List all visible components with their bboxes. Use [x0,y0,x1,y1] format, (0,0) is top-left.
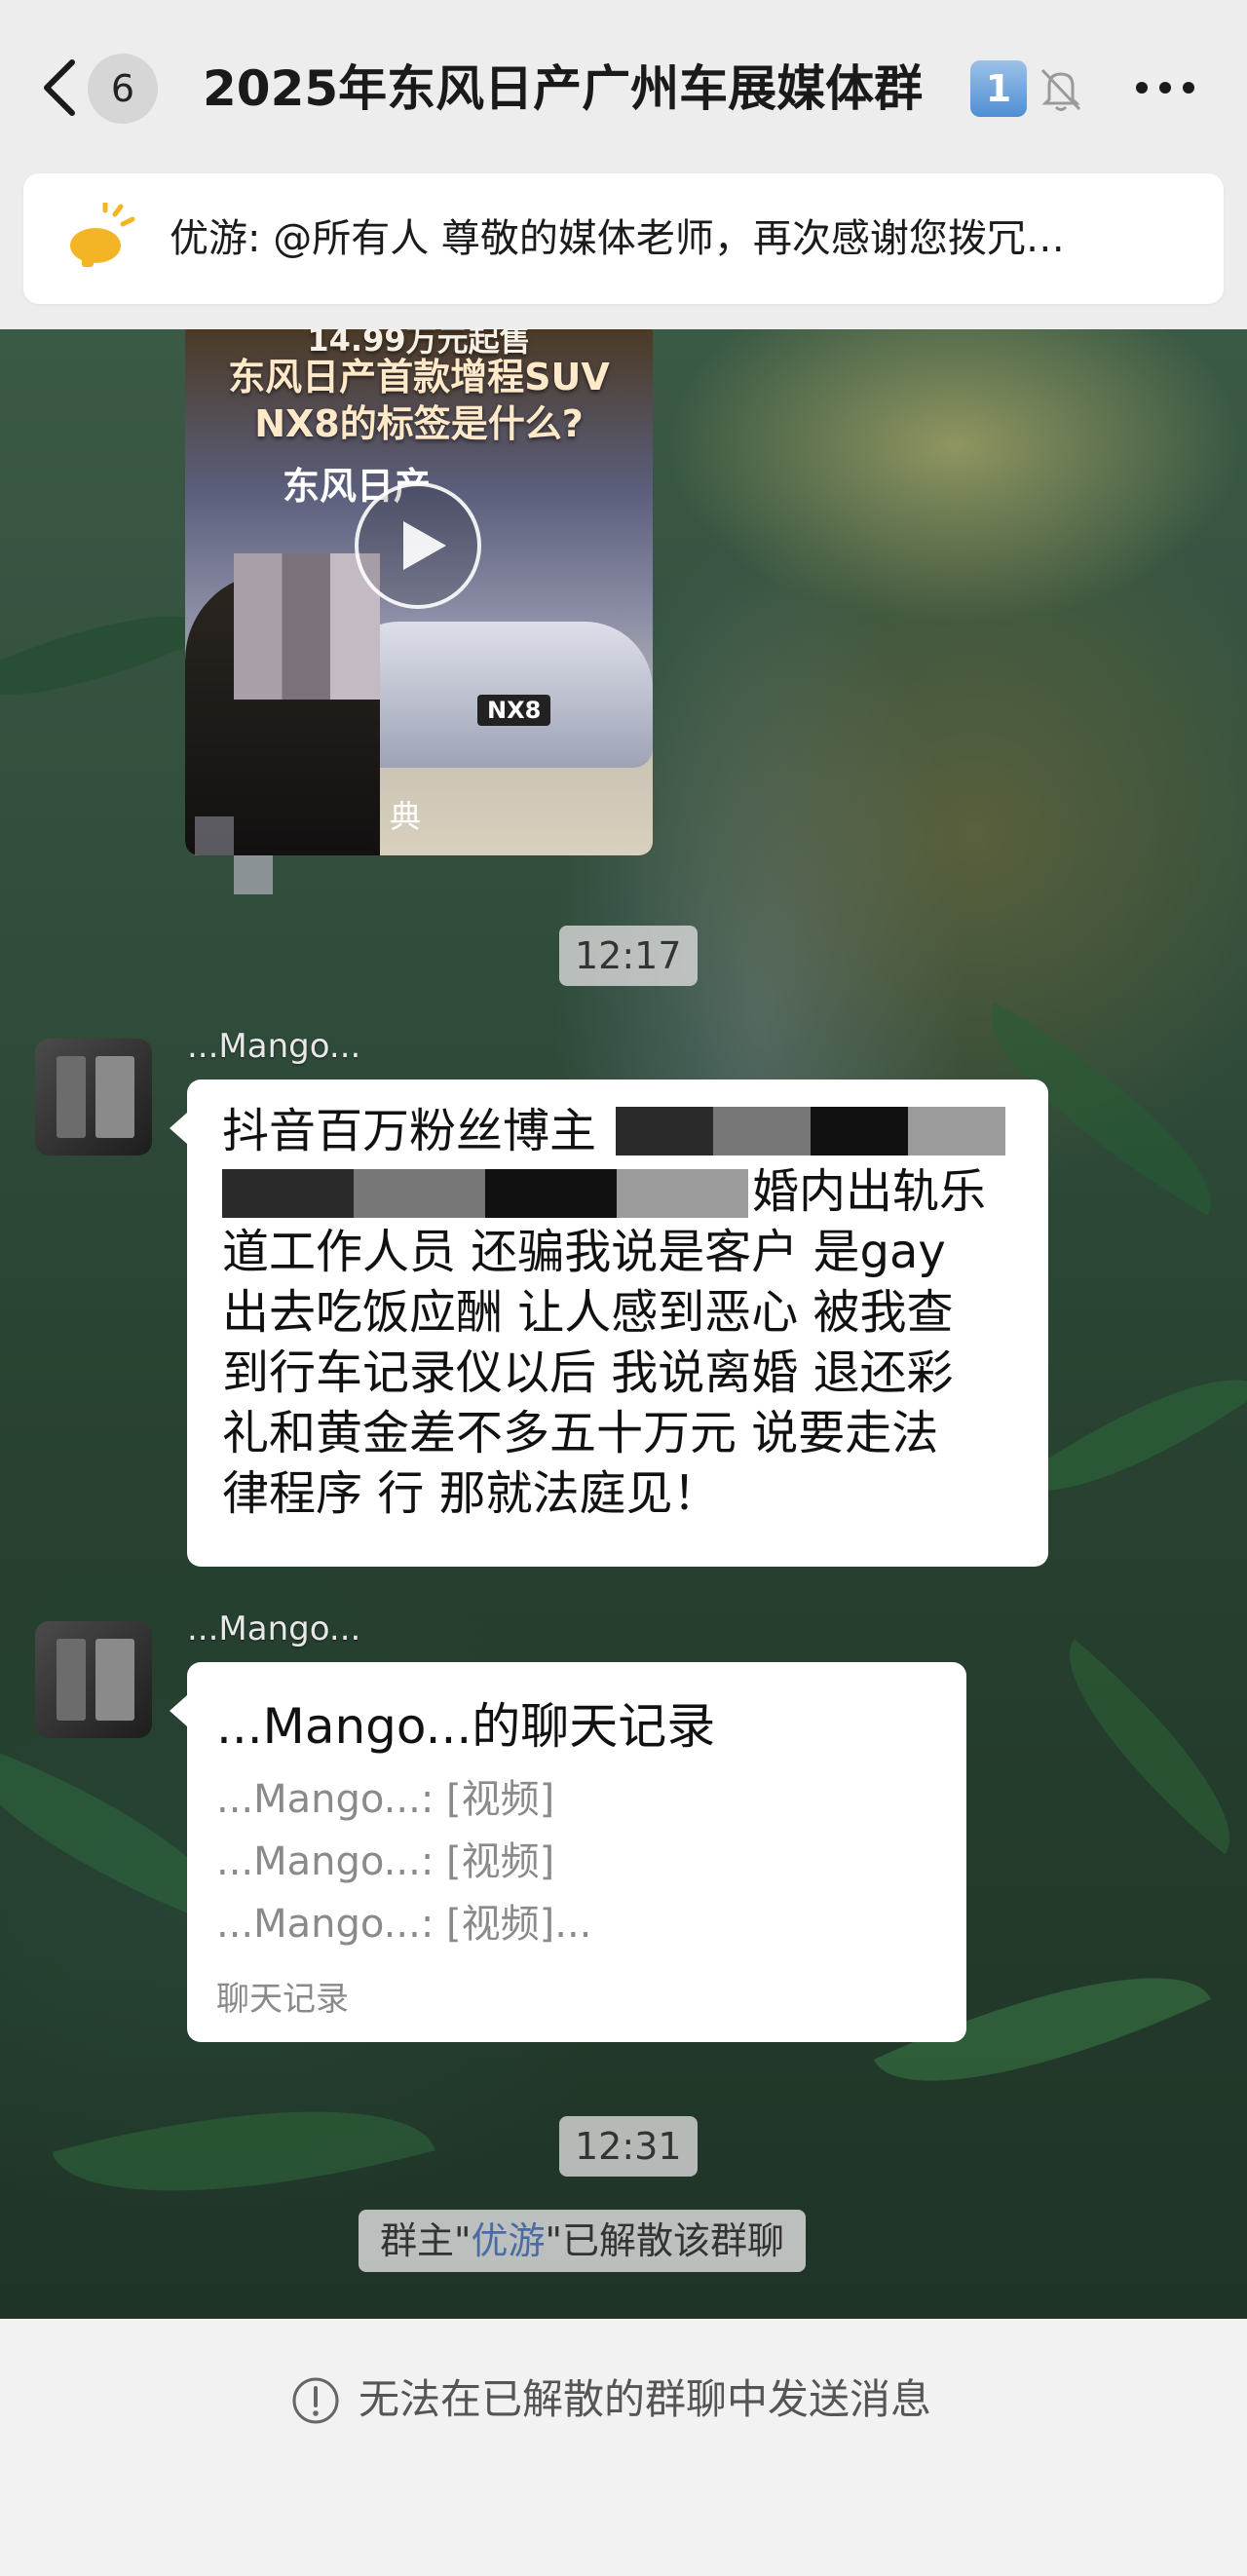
more-dots-icon [1136,82,1194,94]
chat-record-title: ...Mango...的聊天记录 [216,1698,716,1755]
disabled-notice-text: 无法在已解散的群聊中发送消息 [359,2375,932,2423]
message-line: 道工作人员 还骗我说是客户 是gay [222,1225,946,1279]
title-badge: 1 [970,60,1027,117]
video-title-line: 东风日产首款增程SUV [228,356,610,398]
avatar[interactable] [35,1621,152,1738]
wallpaper-leaf [1016,1334,1247,1536]
message-line: 婚内出轨乐 [752,1164,987,1219]
exclamation-circle-icon [290,2375,341,2426]
play-button[interactable] [355,482,481,609]
chat-messages[interactable]: 14.99万元起售 东风日产首款增程SUV NX8的标签是什么? 东风日产 NX… [0,329,1247,2319]
video-caption: 典 [390,798,422,835]
page-title: 2025年东风日产广州车展媒体群 [203,60,924,117]
timestamp: 12:31 [559,2116,698,2177]
redacted-mosaic [616,1107,1005,1155]
video-title-line: NX8的标签是什么? [254,402,584,445]
video-message[interactable]: 14.99万元起售 东风日产首款增程SUV NX8的标签是什么? 东风日产 NX… [185,329,653,855]
message-line: 到行车记录仪以后 我说离婚 退还彩 [222,1345,954,1400]
sender-name: ...Mango... [187,1610,361,1648]
chat-record-line: ...Mango...: [视频] [216,1839,555,1884]
system-notice-prefix: 群主" [380,2219,472,2262]
chevron-left-icon [44,59,75,116]
more-button[interactable] [1130,68,1200,107]
bell-off-icon [1035,62,1087,115]
message-line: 律程序 行 那就法庭见！ [222,1466,720,1521]
mosaic-block [195,816,234,855]
chat-record-line: ...Mango...: [视频] [216,1777,555,1822]
message-line: 抖音百万粉丝博主 [222,1104,597,1158]
chat-header: 6 2025年东风日产广州车展媒体群 1 [0,0,1247,166]
chat-record-card[interactable]: ...Mango...的聊天记录 ...Mango...: [视频] ...Ma… [170,1662,966,2042]
text-message-bubble[interactable]: 抖音百万粉丝博主 道工作人员 还骗我说是客户 是gay 出去吃饭应酬 让人感到恶… [170,1080,1048,1567]
megaphone-icon [64,200,136,275]
system-notice-suffix: "已解散该群聊 [545,2219,784,2262]
unread-count-badge[interactable]: 6 [88,54,158,124]
chat-record-line: ...Mango...: [视频]... [216,1902,592,1947]
face-mosaic [234,553,380,700]
model-plate: NX8 [477,695,551,726]
input-disabled-bar: 无法在已解散的群聊中发送消息 [0,2319,1247,2576]
redacted-mosaic [222,1169,748,1218]
play-icon [403,521,446,570]
timestamp: 12:17 [559,926,698,986]
back-button[interactable] [37,57,80,119]
chat-record-label: 聊天记录 [216,1980,349,2019]
system-notice: 群主"优游"已解散该群聊 [359,2210,806,2272]
message-line: 礼和黄金差不多五十万元 说要走法 [222,1406,939,1460]
group-owner-name[interactable]: 优游 [471,2219,545,2262]
avatar[interactable] [35,1039,152,1155]
mosaic-block [234,855,273,894]
message-line: 出去吃饭应酬 让人感到恶心 被我查 [222,1285,954,1340]
pinned-text: 优游: @所有人 尊敬的媒体老师，再次感谢您拨冗… [170,216,1065,261]
sender-name: ...Mango... [187,1027,361,1066]
wallpaper-leaf [1030,1639,1247,1855]
pinned-announcement[interactable]: 优游: @所有人 尊敬的媒体老师，再次感谢您拨冗… [23,173,1224,304]
